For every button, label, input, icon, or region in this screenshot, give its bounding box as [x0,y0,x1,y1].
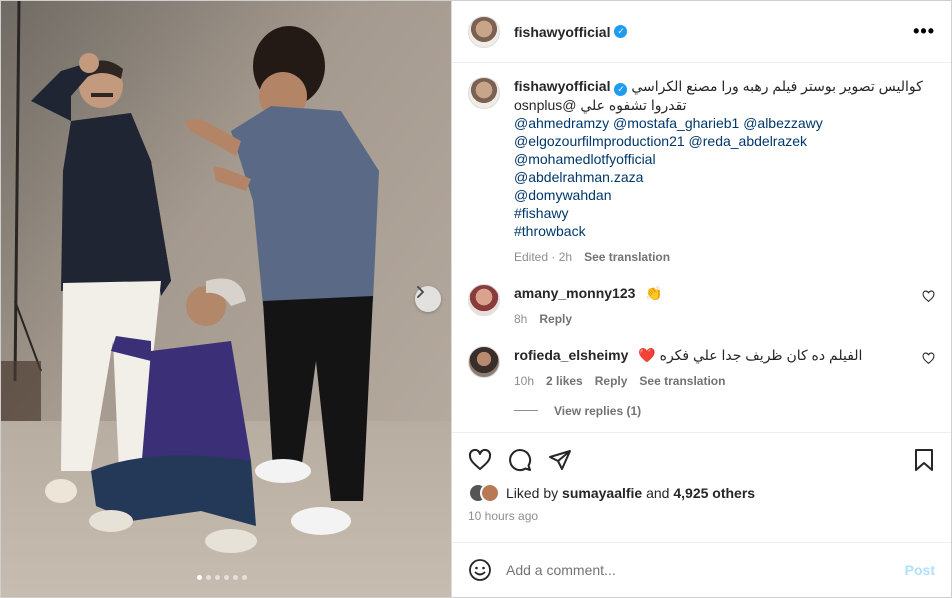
caption-mention[interactable]: @abdelrahman.zaza [514,168,923,186]
liker-username[interactable]: sumayaalfie [562,485,642,501]
comment-text: الفيلم ده كان ظريف جدا علي فكره ❤️ [638,346,863,363]
like-comment-icon[interactable] [922,289,935,303]
caption-username[interactable]: fishawyofficial [514,78,610,94]
verified-badge-icon: ✓ [614,82,628,96]
carousel-dot [215,575,220,580]
comments-scroll-area[interactable]: fishawyofficial ✓ كواليس تصوير بوستر فيلم… [452,63,951,432]
carousel-dot [197,575,202,580]
caption-hashtag[interactable]: #throwback [514,222,923,240]
author-avatar[interactable] [468,15,500,48]
view-replies-button[interactable]: View replies (1) [514,404,935,418]
caption-time: 2h [558,249,573,264]
carousel-dot [242,575,247,580]
likes-and: and [646,485,670,501]
caption-mention[interactable]: @domywahdan [514,186,923,204]
carousel-indicator [197,575,247,580]
liker-avatar [480,483,500,503]
caption-line2: تقدروا تشفوه علي @osnplus [514,96,687,113]
see-translation-link[interactable]: See translation [639,372,725,390]
comment-item: amany_monny123 👏 8h Reply [468,283,935,328]
like-comment-icon[interactable] [922,351,935,365]
caption-body: fishawyofficial ✓ كواليس تصوير بوستر فيلم… [514,77,923,266]
add-comment-bar: Post [452,542,951,597]
edited-label: Edited [514,249,549,264]
caption-author-avatar[interactable] [468,77,500,109]
reply-button[interactable]: Reply [539,310,572,328]
caption-text-line2: تقدروا تشفوه علي @osnplus [514,96,923,114]
comment-time: 8h [514,311,528,326]
likes-summary: Liked by sumayaalfie and 4,925 others [468,483,935,503]
post-side-panel: fishawyofficial ✓ ••• fishawyofficial ✓ ك… [451,1,951,597]
caption-text-line1: كواليس تصوير بوستر فيلم رهبه ورا مصنع ال… [631,78,923,94]
verified-badge-icon: ✓ [614,25,628,38]
photo-illustration [1,1,451,597]
like-heart-icon[interactable] [468,448,492,472]
post-comment-button[interactable]: Post [905,562,935,578]
next-photo-button[interactable] [415,286,441,312]
emoji-icon[interactable] [468,558,492,582]
post-timestamp[interactable]: 10 hours ago [468,509,935,523]
reply-button[interactable]: Reply [595,372,628,390]
carousel-dot [206,575,211,580]
comment-meta: 8h Reply [514,310,935,328]
comment-input[interactable] [506,562,891,578]
share-send-icon[interactable] [548,448,572,472]
comment-text: 👏 [645,284,663,301]
action-icons [468,445,935,475]
carousel-dot [224,575,229,580]
comment-bubble-icon[interactable] [508,448,532,472]
post-header: fishawyofficial ✓ ••• [452,1,951,63]
likes-prefix: Liked by [506,485,559,501]
caption-mention[interactable]: @mohamedlotfyofficial [514,150,923,168]
comment-username[interactable]: amany_monny123 [514,285,635,301]
comment-body: rofieda_elsheimy الفيلم ده كان ظريف جدا … [514,346,935,390]
likes-text: Liked by sumayaalfie and 4,925 others [506,485,755,501]
comment-body: amany_monny123 👏 8h Reply [514,284,935,328]
commenter-avatar[interactable] [468,345,500,378]
comment-time: 10h [514,373,535,388]
post-photo[interactable] [1,1,451,597]
commenter-avatar[interactable] [468,283,500,316]
replies-divider [514,410,538,411]
more-horizontal-icon[interactable]: ••• [913,21,935,42]
comment-meta: 10h 2 likes Reply See translation [514,372,935,390]
comment-username[interactable]: rofieda_elsheimy [514,347,628,363]
chevron-right-icon [417,286,424,298]
see-translation-link[interactable]: See translation [584,248,670,266]
caption-mentions-line1[interactable]: @ahmedramzy @mostafa_gharieb1 @albezzawy [514,114,923,132]
caption-hashtag[interactable]: #fishawy [514,204,923,222]
caption-mentions-line2[interactable]: @elgozourfilmproduction21 @reda_abdelraz… [514,132,923,150]
comment-likes[interactable]: 2 likes [546,372,583,390]
post-dialog: fishawyofficial ✓ ••• fishawyofficial ✓ ك… [0,0,952,598]
save-bookmark-icon[interactable] [913,448,935,472]
comment-item: rofieda_elsheimy الفيلم ده كان ظريف جدا … [468,345,935,390]
carousel-dot [233,575,238,580]
caption-meta: Edited · 2h See translation [514,248,671,266]
post-actions: Liked by sumayaalfie and 4,925 others 10… [452,432,951,542]
likes-count[interactable]: 4,925 others [673,485,755,501]
author-username[interactable]: fishawyofficial [514,24,610,40]
caption: fishawyofficial ✓ كواليس تصوير بوستر فيلم… [468,77,935,266]
view-replies-label: View replies (1) [554,403,642,418]
